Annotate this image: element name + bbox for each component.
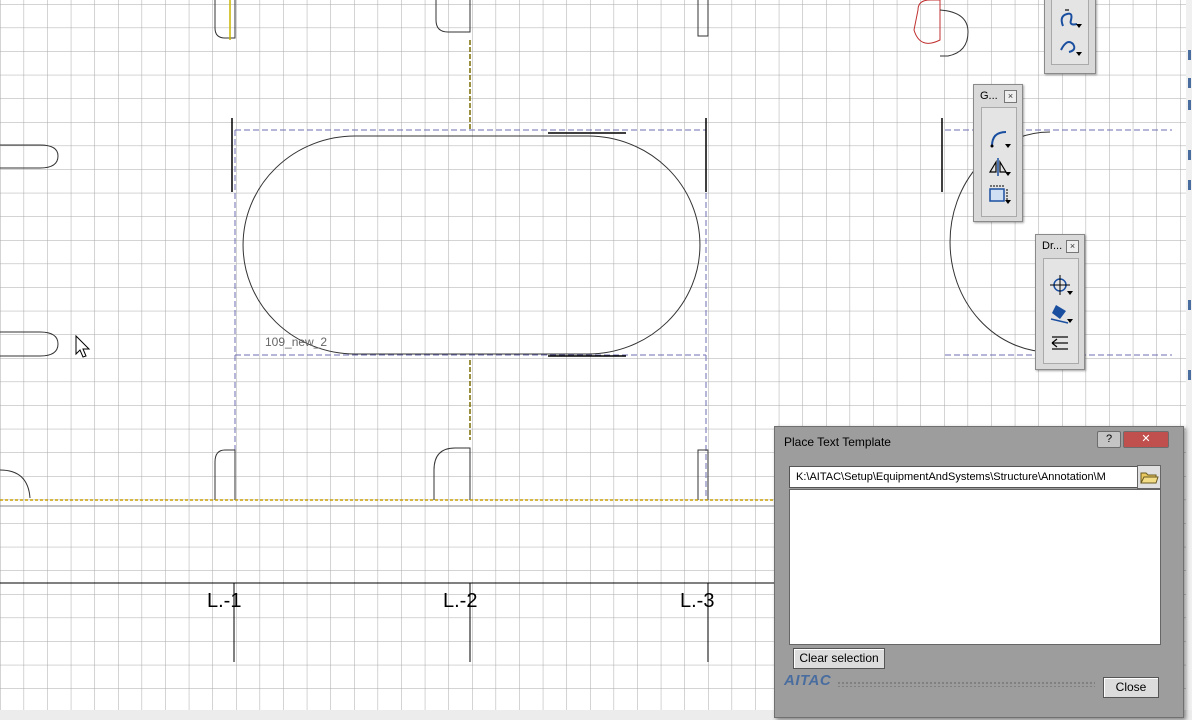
place-text-template-dialog[interactable]: Place Text Template ? ✕ K:\AITAC\Setup\E… [774, 426, 1184, 718]
geometry-toolbox[interactable]: G... × [973, 84, 1023, 222]
arrows-tool-button[interactable] [1048, 329, 1074, 353]
close-icon[interactable]: × [1004, 90, 1017, 103]
crosshair-tool-button[interactable] [1048, 273, 1074, 297]
arc-tool-button[interactable] [986, 126, 1012, 150]
mirror-tool-button[interactable] [986, 154, 1012, 178]
folder-icon [1140, 472, 1159, 484]
close-icon[interactable]: × [1066, 240, 1079, 253]
arrows-icon [1051, 336, 1068, 350]
grid-label-1: L.-1 [207, 590, 241, 612]
top-toolbox [1044, 0, 1096, 74]
aitac-logo: AITAC [784, 672, 832, 689]
top-toolbox-body [1051, 0, 1089, 65]
drawing-toolbox-body [1043, 258, 1079, 364]
browse-folder-button[interactable] [1137, 465, 1161, 489]
curve-tool-button[interactable] [1057, 6, 1083, 30]
template-list[interactable] [789, 489, 1161, 645]
help-button[interactable]: ? [1097, 431, 1121, 448]
close-button[interactable]: Close [1103, 677, 1159, 698]
clear-selection-button[interactable]: Clear selection [793, 648, 885, 669]
drawing-toolbox[interactable]: Dr... × [1035, 234, 1085, 370]
geometry-toolbox-body [981, 107, 1017, 217]
room-label: 109_new_2 [265, 335, 327, 349]
close-window-button[interactable]: ✕ [1123, 431, 1169, 448]
geometry-toolbox-title: G... [980, 90, 998, 102]
frame-tool-button[interactable] [986, 182, 1012, 206]
drawing-toolbox-title: Dr... [1042, 240, 1063, 252]
fill-tool-button[interactable] [1048, 301, 1074, 325]
curve-tool-button-2[interactable] [1057, 34, 1083, 58]
dialog-title: Place Text Template [784, 435, 891, 449]
progress-dots [837, 681, 1095, 687]
grid-label-3: L.-3 [680, 590, 714, 612]
template-path-field[interactable]: K:\AITAC\Setup\EquipmentAndSystems\Struc… [789, 466, 1145, 488]
grid-label-2: L.-2 [443, 590, 477, 612]
